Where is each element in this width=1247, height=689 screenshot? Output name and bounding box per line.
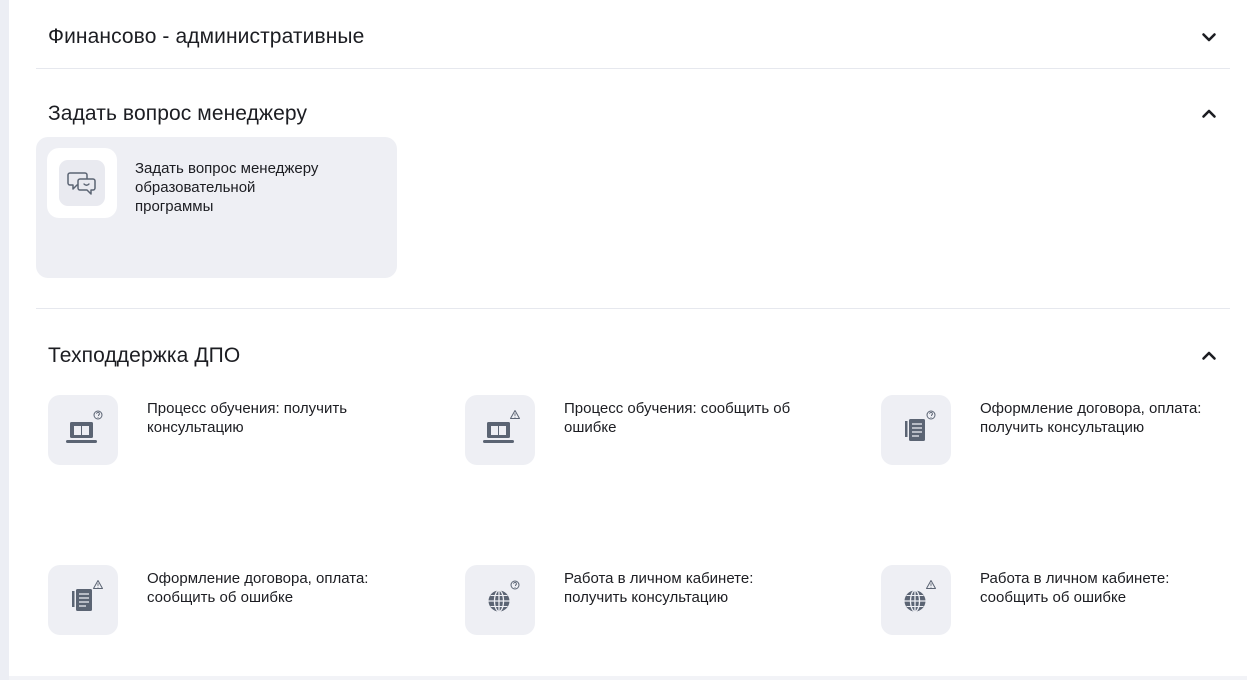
globe-question-icon	[465, 565, 535, 635]
tile-label: Процесс обучения: получить консультацию	[147, 400, 348, 436]
chevron-down-icon[interactable]	[1200, 28, 1218, 46]
tile-cabinet-consult[interactable]: Работа в личном кабинете: получить консу…	[465, 565, 825, 675]
section-title: Финансово - административные	[48, 25, 365, 48]
tile-label: Работа в личном кабинете: сообщить об ош…	[980, 570, 1170, 606]
laptop-book-question-icon	[48, 395, 118, 465]
card-icon-box	[47, 148, 117, 218]
ask-manager-label: Задать вопрос менеджеру образовательной …	[135, 160, 319, 215]
document-question-icon	[881, 395, 951, 465]
chat-bubbles-icon	[59, 160, 105, 206]
tile-contract-consult[interactable]: Оформление договора, оплата: получить ко…	[881, 395, 1241, 505]
section-title: Задать вопрос менеджеру	[48, 102, 308, 125]
tile-cabinet-error[interactable]: Работа в личном кабинете: сообщить об ош…	[881, 565, 1241, 675]
tile-label: Работа в личном кабинете: получить консу…	[564, 570, 754, 606]
tile-learning-error[interactable]: Процесс обучения: сообщить об ошибке	[465, 395, 825, 505]
section-techsupport: Техподдержка ДПО Процесс обучения: получ…	[36, 309, 1230, 689]
chevron-up-icon[interactable]	[1200, 105, 1218, 123]
tile-label: Процесс обучения: сообщить об ошибке	[564, 400, 791, 436]
chevron-up-icon[interactable]	[1200, 347, 1218, 365]
ask-manager-card[interactable]: Задать вопрос менеджеру образовательной …	[36, 137, 397, 278]
section-manager-body: Задать вопрос менеджеру образовательной …	[36, 137, 1230, 308]
tile-label: Оформление договора, оплата: сообщить об…	[147, 570, 369, 606]
laptop-book-warning-icon	[465, 395, 535, 465]
section-financial-header[interactable]: Финансово - административные	[36, 0, 1230, 68]
accordion: Финансово - административные Задать вопр…	[36, 0, 1230, 689]
document-warning-icon	[48, 565, 118, 635]
globe-warning-icon	[881, 565, 951, 635]
techsupport-tiles: Процесс обучения: получить консультацию	[36, 389, 1230, 689]
section-techsupport-header[interactable]: Техподдержка ДПО	[36, 309, 1230, 389]
tile-learning-consult[interactable]: Процесс обучения: получить консультацию	[48, 395, 408, 505]
tile-contract-error[interactable]: Оформление договора, оплата: сообщить об…	[48, 565, 408, 675]
tile-label: Оформление договора, оплата: получить ко…	[980, 400, 1202, 436]
section-financial: Финансово - административные	[36, 0, 1230, 69]
section-manager: Задать вопрос менеджеру Задать вопрос ме…	[36, 69, 1230, 309]
left-rail	[0, 0, 9, 680]
section-title: Техподдержка ДПО	[48, 344, 241, 367]
